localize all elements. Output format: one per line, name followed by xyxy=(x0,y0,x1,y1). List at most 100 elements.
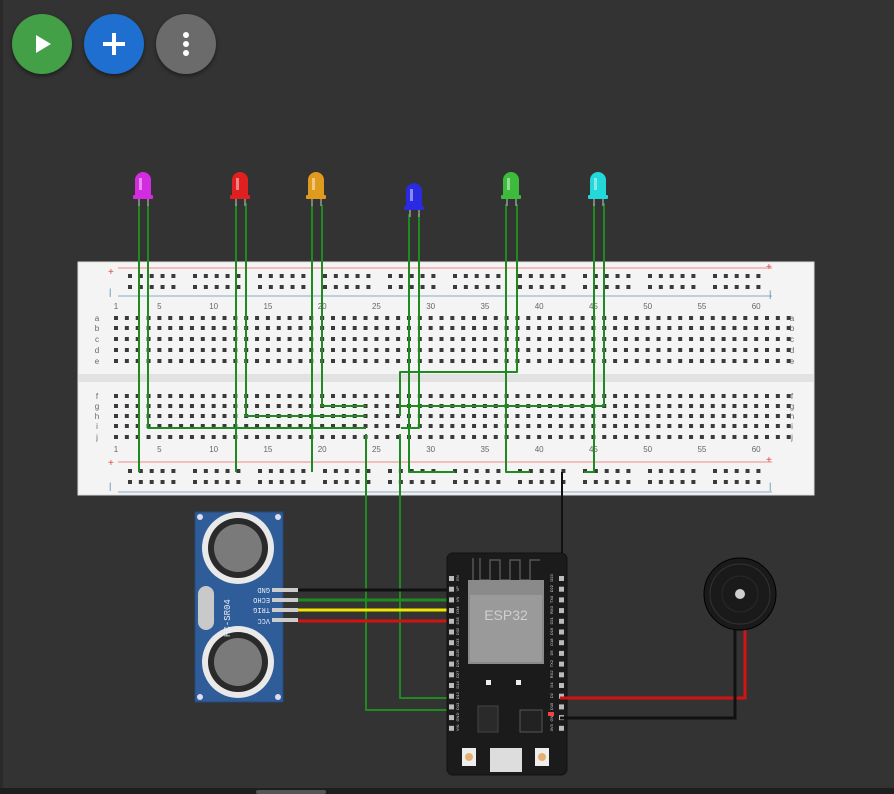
row-letter: j xyxy=(790,433,793,442)
column-number: 15 xyxy=(263,445,272,454)
esp32-pin-label: D23 xyxy=(549,574,554,582)
esp32-pin-label: D35 xyxy=(455,616,460,624)
rail-minus-bottom-right: | xyxy=(769,481,771,491)
row-letter: j xyxy=(95,433,98,442)
row-letter: i xyxy=(791,422,793,431)
esp32-board[interactable]: ESP32 EN VP VN D34 D35 D32 D33 D25 D26 D27 D14 D12 D… xyxy=(446,552,568,776)
esp32-pin-label: D22 xyxy=(549,584,554,592)
row-letter: g xyxy=(95,402,99,411)
wire-buzzer-positive xyxy=(560,624,747,700)
buzzer[interactable] xyxy=(703,557,777,631)
esp32-pin-label: D18 xyxy=(549,638,554,646)
esp32-pin-label: 3V3 xyxy=(549,723,554,731)
esp32-pin-label: D26 xyxy=(455,659,460,667)
rail-minus-bottom-left: | xyxy=(109,481,111,491)
esp32-pin-label: D21 xyxy=(549,616,554,624)
esp32-pin-label: VP xyxy=(455,586,460,592)
scrollbar-thumb[interactable] xyxy=(256,790,326,794)
column-number: 40 xyxy=(535,302,544,311)
row-letter: e xyxy=(790,357,795,366)
sensor-name: HC-SR04 xyxy=(223,599,233,637)
rail-plus-bottom-left: + xyxy=(108,458,114,469)
leds[interactable] xyxy=(133,172,608,217)
esp32-pin-label: D33 xyxy=(455,638,460,646)
esp32-pin-label: GND xyxy=(455,713,460,722)
rail-plus-top-left: + xyxy=(108,267,114,278)
esp32-pin-label: D32 xyxy=(455,627,460,635)
crystal xyxy=(198,586,214,630)
esp32-pin-label: D34 xyxy=(455,606,460,614)
led-orange[interactable] xyxy=(306,172,326,206)
row-letter: e xyxy=(95,357,100,366)
column-number: 55 xyxy=(697,302,706,311)
row-letter: b xyxy=(95,324,100,333)
column-number: 50 xyxy=(643,302,652,311)
esp32-pin-label: RX2 xyxy=(549,670,554,679)
led-cyan[interactable] xyxy=(588,172,608,206)
esp32-pin-label: D4 xyxy=(549,682,554,688)
row-letter: a xyxy=(790,314,795,323)
column-number: 20 xyxy=(318,445,327,454)
esp32-pin-label: D13 xyxy=(455,702,460,710)
sensor-pin-label: ECHO xyxy=(253,595,270,603)
esp32-pin-label: EN xyxy=(455,575,460,581)
esp32-pin-label: D27 xyxy=(455,670,460,678)
column-number: 35 xyxy=(480,445,489,454)
rail-minus-top-left: | xyxy=(109,287,111,297)
column-number: 5 xyxy=(157,302,162,311)
led-blue[interactable] xyxy=(404,183,424,217)
run-simulation-button[interactable] xyxy=(12,14,72,74)
buzzer-wires[interactable] xyxy=(560,624,747,720)
esp32-pin-label: RX0 xyxy=(549,605,554,614)
sensor-pin-label: VCC xyxy=(257,616,270,624)
column-number: 15 xyxy=(263,302,272,311)
column-number: 55 xyxy=(697,445,706,454)
row-letter: b xyxy=(790,324,795,333)
mount-hole xyxy=(275,694,281,700)
rail-minus-top-right: | xyxy=(769,289,771,299)
mount-hole xyxy=(197,694,203,700)
esp32-pin-label: D2 xyxy=(549,692,554,698)
esp32-label: ESP32 xyxy=(484,607,528,623)
mount-hole xyxy=(197,514,203,520)
column-number: 1 xyxy=(114,445,119,454)
column-number: 30 xyxy=(426,302,435,311)
esp32-pin-label: TX2 xyxy=(549,659,554,667)
column-number: 1 xyxy=(114,302,119,311)
row-letter: h xyxy=(95,412,99,421)
sensor-pin-label: GND xyxy=(257,585,270,593)
esp32-pin-label: D19 xyxy=(549,627,554,635)
simulation-canvas[interactable]: + + | | + + | | 1 5 10 15 20 25 30 35 40 45 50 55 60… xyxy=(0,0,894,794)
rail-plus-bottom-right: + xyxy=(766,455,772,466)
play-icon xyxy=(36,35,51,53)
column-number: 5 xyxy=(157,445,162,454)
row-letter: d xyxy=(790,346,794,355)
voltage-regulator xyxy=(477,705,499,733)
led-green[interactable] xyxy=(501,172,521,206)
row-letter: d xyxy=(95,346,99,355)
esp32-pin-label: VIN xyxy=(455,724,460,731)
hc-sr04-sensor[interactable]: HC-SR04 GND ECHO TRIG VCC xyxy=(194,511,298,703)
more-options-button[interactable] xyxy=(156,14,216,74)
column-number: 25 xyxy=(372,302,381,311)
column-number: 60 xyxy=(752,445,761,454)
column-number: 10 xyxy=(209,445,218,454)
esp32-pin-label: D5 xyxy=(549,650,554,656)
usb-port xyxy=(490,748,522,772)
column-number: 50 xyxy=(643,445,652,454)
column-number: 35 xyxy=(480,302,489,311)
breadboard[interactable]: + + | | + + | | 1 5 10 15 20 25 30 35 40 45 50 55 60… xyxy=(77,261,815,496)
led-red[interactable] xyxy=(230,172,250,206)
esp32-pin-label: D25 xyxy=(455,648,460,656)
more-vertical-icon xyxy=(183,32,189,56)
esp32-pin-label: VN xyxy=(455,597,460,603)
esp32-pin-label: D14 xyxy=(455,681,460,689)
led-magenta[interactable] xyxy=(133,172,153,206)
column-number: 25 xyxy=(372,445,381,454)
row-letter: c xyxy=(95,335,99,344)
add-part-button[interactable] xyxy=(84,14,144,74)
row-letter: c xyxy=(790,335,794,344)
horizontal-scrollbar[interactable] xyxy=(0,788,894,794)
usb-chip xyxy=(519,709,543,733)
column-number: 60 xyxy=(752,302,761,311)
